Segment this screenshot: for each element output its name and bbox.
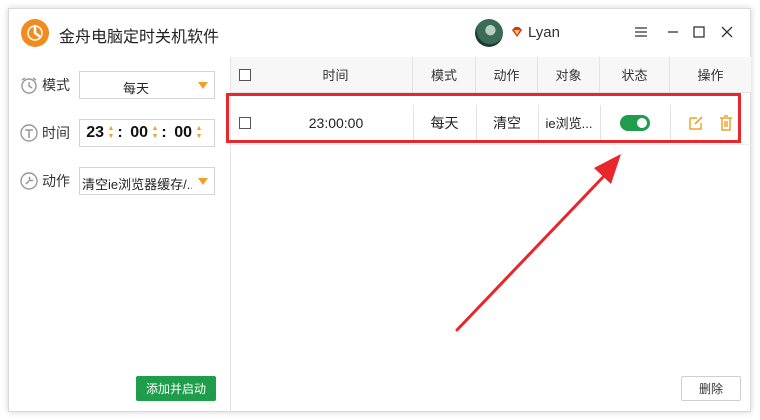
hour-value[interactable]: 23 [80, 124, 104, 142]
action-select[interactable]: 清空ie浏览器缓存/... [79, 167, 215, 195]
header-mode: 模式 [413, 57, 476, 92]
menu-icon [635, 27, 647, 37]
delete-button[interactable]: 删除 [681, 376, 741, 401]
mode-select[interactable]: 每天 [79, 71, 215, 99]
header-target: 对象 [538, 57, 600, 92]
annotation-highlight-box [226, 93, 741, 143]
maximize-button[interactable] [689, 22, 709, 42]
username[interactable]: Lyan [528, 24, 560, 41]
maximize-icon [693, 26, 705, 38]
time-input[interactable]: 23 ▲ ▼ : 00 ▲ ▼ : 00 ▲ ▼ [79, 119, 215, 147]
second-value[interactable]: 00 [168, 124, 192, 142]
action-value: 清空ie浏览器缓存/... [82, 177, 192, 192]
header-status: 状态 [600, 57, 670, 92]
alarm-clock-icon [21, 77, 37, 94]
down-arrow-icon[interactable]: ▼ [108, 133, 115, 141]
header-time: 时间 [259, 57, 413, 92]
select-all-checkbox[interactable] [239, 68, 251, 81]
mode-row: 模式 [19, 71, 76, 99]
header-action: 动作 [476, 57, 538, 92]
minimize-button[interactable] [663, 22, 683, 42]
up-arrow-icon[interactable]: ▲ [196, 125, 203, 133]
table-header: 时间 模式 动作 对象 状态 操作 [231, 57, 751, 93]
wrench-icon [20, 172, 38, 190]
time-separator: : [117, 124, 123, 141]
app-title: 金舟电脑定时关机软件 [59, 29, 220, 46]
down-arrow-icon[interactable]: ▼ [152, 133, 159, 141]
up-arrow-icon[interactable]: ▲ [152, 125, 159, 133]
down-arrow-icon[interactable]: ▼ [196, 133, 203, 141]
time-row: 时间 [19, 119, 76, 147]
close-icon [721, 26, 733, 38]
vip-diamond-icon [512, 27, 522, 37]
settings-panel: 模式 每天 时间 23 ▲ ▼ : 00 ▲ ▼ : 00 ▲ ▼ 动作 清空i… [9, 57, 231, 413]
avatar[interactable] [475, 19, 503, 47]
second-stepper[interactable]: ▲ ▼ [194, 125, 204, 141]
chevron-down-icon [198, 178, 208, 185]
mode-label: 模式 [42, 77, 70, 93]
minimize-icon [668, 31, 678, 33]
time-label: 时间 [42, 125, 70, 141]
action-row: 动作 [19, 167, 76, 195]
timer-icon [20, 124, 38, 142]
select-all-checkbox-cell [231, 57, 259, 92]
up-arrow-icon[interactable]: ▲ [108, 125, 115, 133]
time-separator: : [161, 124, 167, 141]
add-and-start-button[interactable]: 添加并启动 [136, 376, 216, 401]
chevron-down-icon [198, 82, 208, 89]
app-window: 金舟电脑定时关机软件 Lyan 模式 每天 时间 23 ▲ ▼: 00 ▲ ▼… [8, 8, 751, 413]
hour-stepper[interactable]: ▲ ▼ [106, 125, 116, 141]
close-button[interactable] [717, 22, 737, 42]
menu-button[interactable] [631, 22, 651, 42]
minute-value[interactable]: 00 [124, 124, 148, 142]
minute-stepper[interactable]: ▲ ▼ [150, 125, 160, 141]
title-bar: 金舟电脑定时关机软件 Lyan [9, 9, 750, 57]
mode-value: 每天 [122, 81, 149, 96]
action-label: 动作 [42, 173, 70, 189]
app-logo [21, 19, 49, 47]
header-operations: 操作 [697, 68, 724, 83]
